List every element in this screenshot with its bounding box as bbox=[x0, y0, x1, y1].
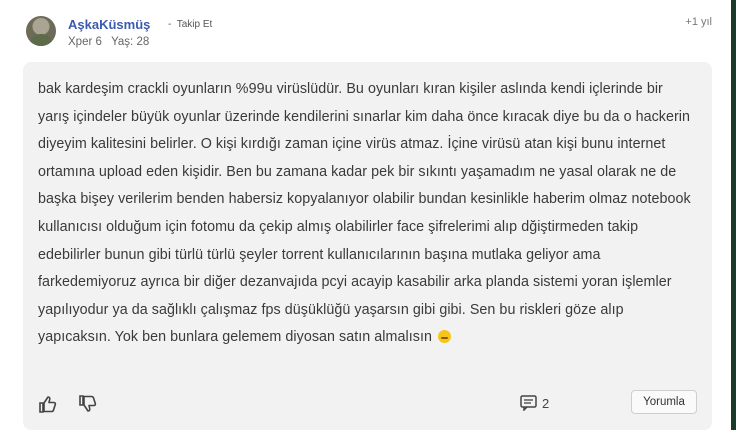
comment-header: AşkaKüsmüş - Takip Et Xper 6 Yaş: 28 +1 … bbox=[26, 12, 716, 56]
unamused-face-icon bbox=[437, 330, 451, 344]
thumbs-down-icon[interactable] bbox=[78, 394, 98, 414]
comment-text: bak kardeşim crackli oyunların %99u virü… bbox=[38, 81, 691, 346]
thumbs-up-icon[interactable] bbox=[38, 394, 58, 414]
reply-button[interactable]: Yorumla bbox=[631, 390, 697, 414]
window-edge bbox=[731, 0, 736, 430]
avatar[interactable] bbox=[26, 16, 56, 46]
user-meta: Xper 6 Yaş: 28 bbox=[68, 36, 149, 48]
comment-actions: 2 Yorumla bbox=[38, 390, 697, 418]
follow-separator: - bbox=[168, 19, 172, 30]
vote-time-label: +1 yıl bbox=[685, 16, 712, 28]
comment-body: bak kardeşim crackli oyunların %99u virü… bbox=[38, 76, 698, 352]
username-link[interactable]: AşkaKüsmüş bbox=[68, 17, 150, 32]
user-age: Yaş: 28 bbox=[111, 36, 150, 48]
comment-count: 2 bbox=[542, 395, 550, 411]
comment-icon bbox=[520, 395, 537, 411]
user-gender: Xper 6 bbox=[68, 36, 102, 48]
follow-label: Takip Et bbox=[176, 19, 213, 30]
comments-button[interactable]: 2 bbox=[520, 395, 549, 411]
comment-card: bak kardeşim crackli oyunların %99u virü… bbox=[23, 62, 712, 430]
follow-link[interactable]: - Takip Et bbox=[168, 19, 212, 30]
